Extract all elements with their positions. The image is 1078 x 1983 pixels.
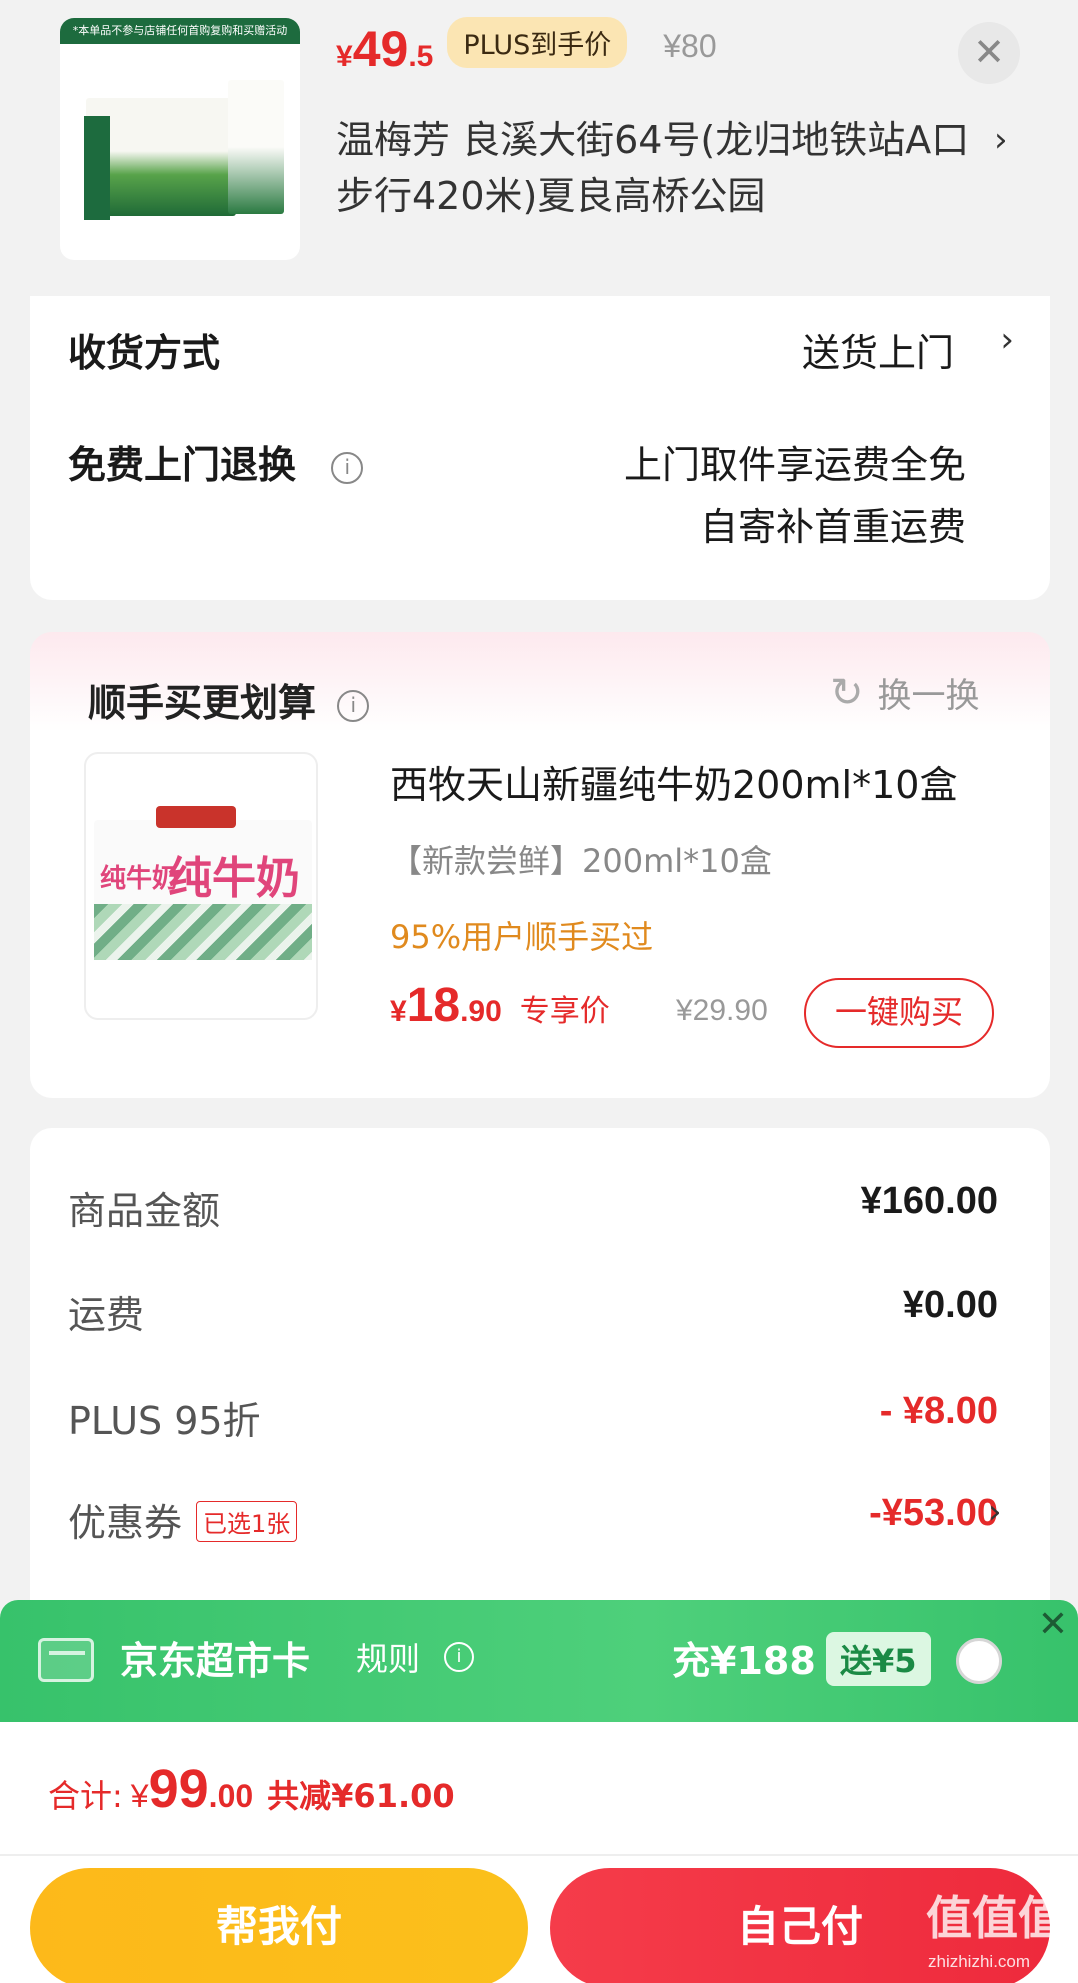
swap-button[interactable]: ↻ 换一换 [830, 668, 980, 717]
addon-product-title[interactable]: 西牧天山新疆纯牛奶200ml*10盒 [390, 754, 957, 809]
supermarket-card-banner: 京东超市卡 规则 i 充¥188 送¥5 ✕ [0, 1600, 1078, 1722]
order-header: *本单品不参与店铺任何首购复购和买赠活动 ¥49.5 PLUS到手价 ¥80 ✕… [0, 0, 1078, 290]
price-int: 49 [352, 21, 409, 77]
free-return-text: 免费上门退换 [68, 443, 297, 487]
refresh-icon: ↻ [830, 669, 864, 716]
price-currency: ¥ [336, 40, 353, 73]
one-click-buy-button[interactable]: 一键购买 [804, 978, 994, 1048]
chevron-right-icon[interactable]: › [994, 120, 1008, 160]
shipping-label: 运费 [68, 1293, 145, 1337]
product-thumbnail: *本单品不参与店铺任何首购复购和买赠活动 [60, 18, 300, 260]
coupon-value[interactable]: -¥53.00 [869, 1492, 998, 1535]
milk-box-image [228, 80, 284, 214]
free-return-label: 免费上门退换 i [68, 434, 364, 489]
addon-price-currency: ¥ [390, 995, 407, 1028]
addon-price: ¥18.90 专享价 [390, 978, 610, 1033]
divider [0, 1854, 1078, 1856]
info-icon[interactable]: i [444, 1642, 474, 1672]
summary-row-coupon[interactable]: 优惠券 已选1张 -¥53.00 [68, 1492, 998, 1552]
addon-card: 顺手买更划算 i ↻ 换一换 纯牛奶 纯牛奶 西牧天山新疆纯牛奶200ml*10… [30, 632, 1050, 1098]
addon-title-text: 顺手买更划算 [88, 681, 317, 725]
total-label: 合计: [48, 1777, 123, 1815]
addon-product-image[interactable]: 纯牛奶 纯牛奶 [84, 752, 318, 1020]
addon-original-price: ¥29.90 [676, 994, 768, 1027]
header-price: ¥49.5 PLUS到手价 ¥80 [336, 16, 717, 80]
shipping-value: ¥0.00 [902, 1284, 998, 1326]
supermarket-card-radio[interactable] [956, 1638, 1002, 1684]
watermark-logo: 值值值 [926, 1891, 1064, 1945]
carton-text-side: 纯牛奶 [100, 864, 179, 894]
addon-price-dec: .90 [460, 995, 502, 1028]
chevron-right-icon[interactable]: › [988, 1492, 1002, 1532]
summary-row-goods: 商品金额 ¥160.00 [68, 1180, 998, 1240]
order-total: 合计: ¥99.00 共减¥61.00 [48, 1758, 455, 1820]
exclusive-price-label: 专享价 [519, 994, 610, 1029]
summary-row-plus: PLUS 95折 - ¥8.00 [68, 1390, 998, 1450]
price-summary-card: 商品金额 ¥160.00 运费 ¥0.00 PLUS 95折 - ¥8.00 优… [30, 1128, 1050, 1648]
delivery-method-value[interactable]: 送货上门 [802, 322, 954, 377]
swap-label: 换一换 [877, 676, 980, 716]
close-icon[interactable]: ✕ [1028, 1600, 1078, 1650]
plus-discount-label: PLUS 95折 [68, 1399, 261, 1443]
addon-price-int: 18 [406, 979, 461, 1032]
goods-amount-label: 商品金额 [68, 1189, 221, 1233]
coupon-label: 优惠券 已选1张 [68, 1492, 298, 1547]
checkout-bar: 合计: ¥99.00 共减¥61.00 帮我付 自己付 值值值 zhizhizh… [0, 1722, 1078, 1983]
delivery-card: 收货方式 送货上门 › 免费上门退换 i 上门取件享运费全免 自寄补首重运费 [30, 296, 1050, 600]
price-dec: .5 [408, 40, 434, 73]
carton-text-main: 纯牛奶 [168, 853, 300, 904]
delivery-address[interactable]: 温梅芳 良溪大街64号(龙归地铁站A口步行420米)夏良高桥公园 [336, 112, 976, 224]
summary-row-shipping: 运费 ¥0.00 [68, 1284, 998, 1344]
free-return-desc: 上门取件享运费全免 自寄补首重运费 [624, 434, 966, 558]
chevron-right-icon[interactable]: › [1000, 320, 1014, 360]
addon-product-spec: 【新款尝鲜】200ml*10盒 [390, 842, 772, 880]
return-line-2: 自寄补首重运费 [699, 505, 966, 549]
gift-badge: 送¥5 [826, 1632, 931, 1686]
delivery-method-label: 收货方式 [68, 331, 221, 375]
leaf-pattern [94, 904, 312, 960]
info-icon[interactable]: i [331, 451, 364, 484]
recharge-amount: 充¥188 [672, 1639, 816, 1683]
addon-purchase-hint: 95%用户顺手买过 [390, 918, 654, 956]
total-dec: .00 [208, 1778, 254, 1814]
total-discount: 共减¥61.00 [267, 1777, 455, 1815]
original-price: ¥80 [663, 27, 717, 64]
rules-link[interactable]: 规则 [356, 1634, 420, 1680]
watermark-url: zhizhizhi.com [928, 1952, 1031, 1971]
coupon-selected-badge: 已选1张 [196, 1501, 298, 1542]
close-icon[interactable]: ✕ [958, 22, 1020, 84]
plus-price-tag: PLUS到手价 [447, 16, 628, 68]
help-pay-button[interactable]: 帮我付 [30, 1868, 528, 1983]
total-int: 99 [148, 1759, 209, 1819]
return-line-1: 上门取件享运费全免 [623, 443, 966, 487]
plus-discount-value: - ¥8.00 [879, 1390, 998, 1432]
total-currency: ¥ [130, 1778, 149, 1814]
coupon-label-text: 优惠券 [68, 1501, 183, 1545]
info-icon[interactable]: i [337, 689, 370, 722]
addon-title: 顺手买更划算 i [88, 672, 370, 727]
price-value: ¥49.5 [336, 20, 433, 78]
thumbnail-banner: *本单品不参与店铺任何首购复购和买赠活动 [60, 18, 300, 44]
card-icon [38, 1638, 94, 1682]
goods-amount-value: ¥160.00 [860, 1180, 998, 1222]
supermarket-card-title: 京东超市卡 [120, 1639, 311, 1683]
brand-logo [156, 806, 236, 828]
carton-side-band [84, 116, 110, 220]
